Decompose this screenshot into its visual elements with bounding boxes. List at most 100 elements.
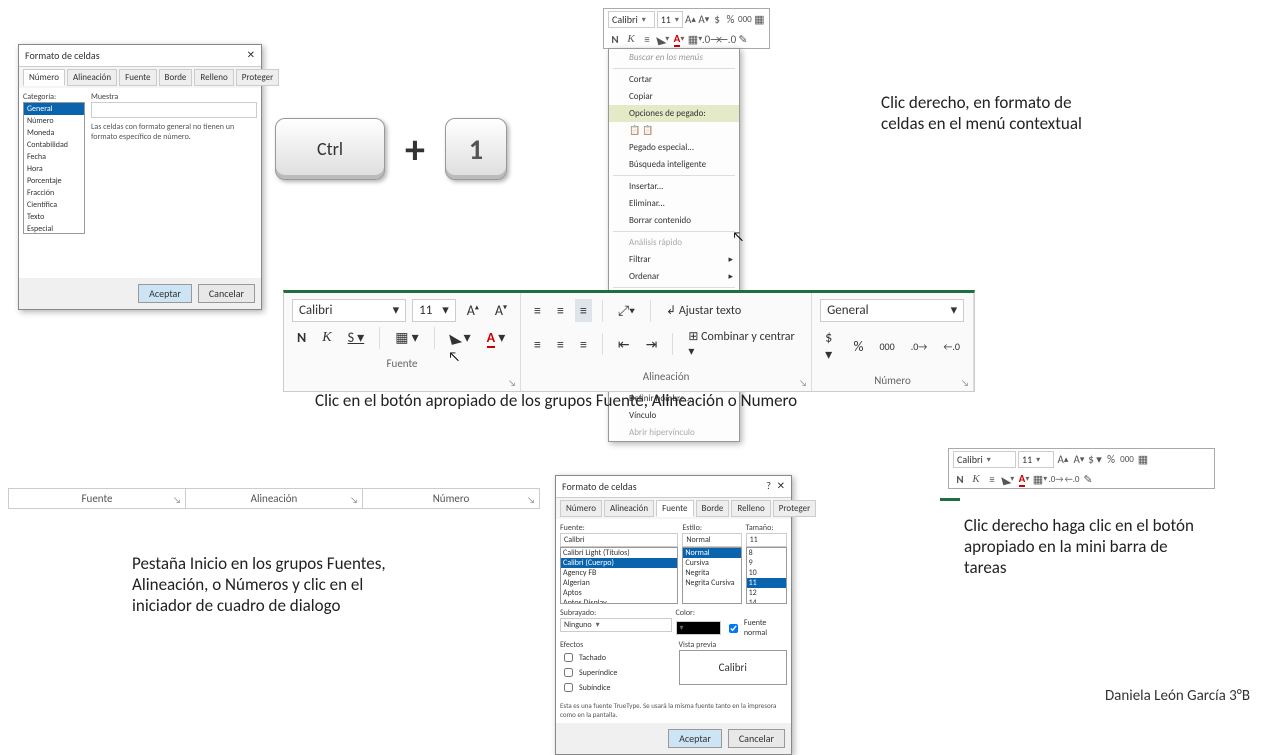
tab-numero[interactable]: Número [23, 69, 65, 86]
format-painter-icon[interactable]: ✎ [736, 32, 750, 46]
launcher-font[interactable]: ↘ [173, 495, 181, 506]
grow-font-icon[interactable]: A▴ [462, 299, 484, 322]
font-color-icon-2[interactable]: A [1017, 472, 1031, 486]
style-opt-1[interactable]: Cursiva [683, 558, 740, 568]
table-icon[interactable]: ▦ [754, 13, 765, 27]
inc-decimal-icon-2[interactable]: .0→ [1049, 472, 1063, 486]
cancel-button[interactable]: Cancelar [198, 284, 255, 303]
launcher-align[interactable]: ↘ [350, 495, 358, 506]
ctx-sort[interactable]: Ordenar▸ [609, 268, 739, 285]
ctx-copy[interactable]: Copiar [609, 88, 739, 105]
cat-general[interactable]: General [24, 103, 84, 115]
font-opt-5[interactable]: Aptos [561, 588, 677, 598]
cat-hora[interactable]: Hora [24, 163, 84, 175]
fill-color-icon[interactable]: ◣ [656, 32, 670, 46]
font-color-button[interactable]: A ▾ [482, 326, 511, 349]
font-list[interactable]: Calibri Light (Títulos) Calibri (Cuerpo)… [560, 547, 678, 604]
close-icon[interactable]: ✕ [247, 48, 255, 61]
font-dialog-launcher[interactable]: ↘ [508, 378, 516, 389]
ctx-cut[interactable]: Cortar [609, 71, 739, 88]
tab-fuente[interactable]: Fuente [119, 69, 156, 86]
underline-button[interactable]: S ▾ [343, 326, 370, 349]
launcher-num[interactable]: ↘ [527, 495, 535, 506]
cat-pct[interactable]: Porcentaje [24, 175, 84, 187]
ctx-paste-options[interactable]: Opciones de pegado: [609, 105, 739, 122]
thousands-icon-2[interactable]: 000 [1120, 453, 1134, 467]
ctx-insert[interactable]: Insertar... [609, 178, 739, 195]
style-input[interactable]: Normal [682, 533, 741, 547]
size-dropdown-2[interactable]: 11 [1018, 451, 1054, 468]
normal-font-checkbox[interactable]: Fuente normal [725, 618, 787, 638]
currency-button[interactable]: $ ▾ [820, 326, 842, 366]
percent-button[interactable]: % [848, 335, 868, 358]
increase-font-icon[interactable]: A▴ [685, 13, 696, 27]
align-icon-2[interactable]: ≡ [985, 472, 999, 486]
tab-borde[interactable]: Borde [159, 69, 193, 86]
d2-tab-protect[interactable]: Proteger [773, 500, 817, 517]
font-dropdown-2[interactable]: Calibri [953, 451, 1016, 468]
d2-tab-align[interactable]: Alineación [604, 500, 654, 517]
cat-numero[interactable]: Número [24, 115, 84, 127]
size-opt-1[interactable]: 9 [747, 558, 786, 568]
italic-icon-2[interactable]: K [969, 472, 983, 486]
table-icon-2[interactable]: ▦ [1136, 453, 1150, 467]
color-dropdown[interactable] [676, 621, 721, 635]
align-left-icon[interactable]: ≡ [529, 333, 546, 356]
align-center-icon[interactable]: ≡ [552, 333, 569, 356]
align-icon[interactable]: ≡ [640, 32, 654, 46]
font-opt-4[interactable]: Algerian [561, 578, 677, 588]
thousands-icon[interactable]: 000 [738, 13, 752, 27]
italic-button[interactable]: K [317, 327, 336, 349]
ctx-paste-special[interactable]: Pegado especial... [609, 139, 739, 156]
borders-icon-2[interactable]: ▦ [1033, 472, 1047, 486]
ok-button[interactable]: Aceptar [138, 284, 192, 303]
font-opt-2[interactable]: Calibri (Cuerpo) [561, 558, 677, 568]
ctx-delete[interactable]: Eliminar... [609, 195, 739, 212]
merge-center-button[interactable]: ⊞ Combinar y centrar ▾ [683, 326, 803, 362]
cancel-button-2[interactable]: Cancelar [728, 729, 785, 748]
font-opt-1[interactable]: Calibri Light (Títulos) [561, 548, 677, 558]
font-opt-3[interactable]: Agency FB [561, 568, 677, 578]
cat-moneda[interactable]: Moneda [24, 127, 84, 139]
font-size-dropdown[interactable]: 11▾ [412, 299, 456, 322]
size-opt-3[interactable]: 11 [747, 578, 786, 588]
fill-color-icon-2[interactable]: ◣ [1001, 472, 1015, 486]
borders-icon[interactable]: ▦ [688, 32, 702, 46]
bold-button[interactable]: N [292, 326, 311, 349]
decrease-indent-icon[interactable]: ⇤ [613, 333, 635, 356]
cat-contab[interactable]: Contabilidad [24, 139, 84, 151]
cat-esp[interactable]: Especial [24, 223, 84, 234]
size-opt-0[interactable]: 8 [747, 548, 786, 558]
ctx-paste-icons[interactable]: 📋 📋 [609, 122, 739, 139]
dec-decimal-button[interactable]: ←.0 [938, 337, 965, 356]
italic-icon[interactable]: K [624, 32, 638, 46]
format-painter-icon-2[interactable]: ✎ [1081, 472, 1095, 486]
tab-alineacion[interactable]: Alineación [67, 69, 117, 86]
align-middle-icon[interactable]: ≡ [552, 299, 569, 322]
category-list[interactable]: General Número Moneda Contabilidad Fecha… [23, 102, 85, 234]
decrease-decimal-icon[interactable]: ←.0 [720, 32, 734, 46]
shrink-font-icon[interactable]: A▾ [490, 299, 512, 322]
wrap-text-button[interactable]: ↲ Ajustar texto [661, 300, 746, 321]
size-opt-2[interactable]: 10 [747, 568, 786, 578]
ctx-clear[interactable]: Borrar contenido [609, 212, 739, 229]
grow-font-icon-2[interactable]: A▴ [1056, 453, 1070, 467]
size-opt-5[interactable]: 14 [747, 598, 786, 604]
font-input[interactable]: Calibri [560, 533, 678, 547]
align-top-icon[interactable]: ≡ [529, 299, 546, 322]
ctx-smart-lookup[interactable]: Búsqueda inteligente [609, 156, 739, 173]
borders-button[interactable]: ▦ ▾ [390, 326, 423, 349]
dec-decimal-icon-2[interactable]: ←.0 [1065, 472, 1079, 486]
d2-tab-num[interactable]: Número [560, 500, 602, 517]
d2-tab-font[interactable]: Fuente [656, 500, 693, 517]
shrink-font-icon-2[interactable]: A▾ [1072, 453, 1086, 467]
cat-frac[interactable]: Fracción [24, 187, 84, 199]
increase-indent-icon[interactable]: ⇥ [641, 333, 663, 356]
inc-decimal-button[interactable]: .0→ [906, 337, 933, 356]
close-icon-2[interactable]: ✕ [777, 479, 785, 492]
font-opt-6[interactable]: Aptos Display [561, 598, 677, 604]
size-list[interactable]: 8 9 10 11 12 14 [746, 547, 787, 604]
cat-cient[interactable]: Científica [24, 199, 84, 211]
number-dialog-launcher[interactable]: ↘ [961, 378, 969, 389]
increase-decimal-icon[interactable]: .0→ [704, 32, 718, 46]
